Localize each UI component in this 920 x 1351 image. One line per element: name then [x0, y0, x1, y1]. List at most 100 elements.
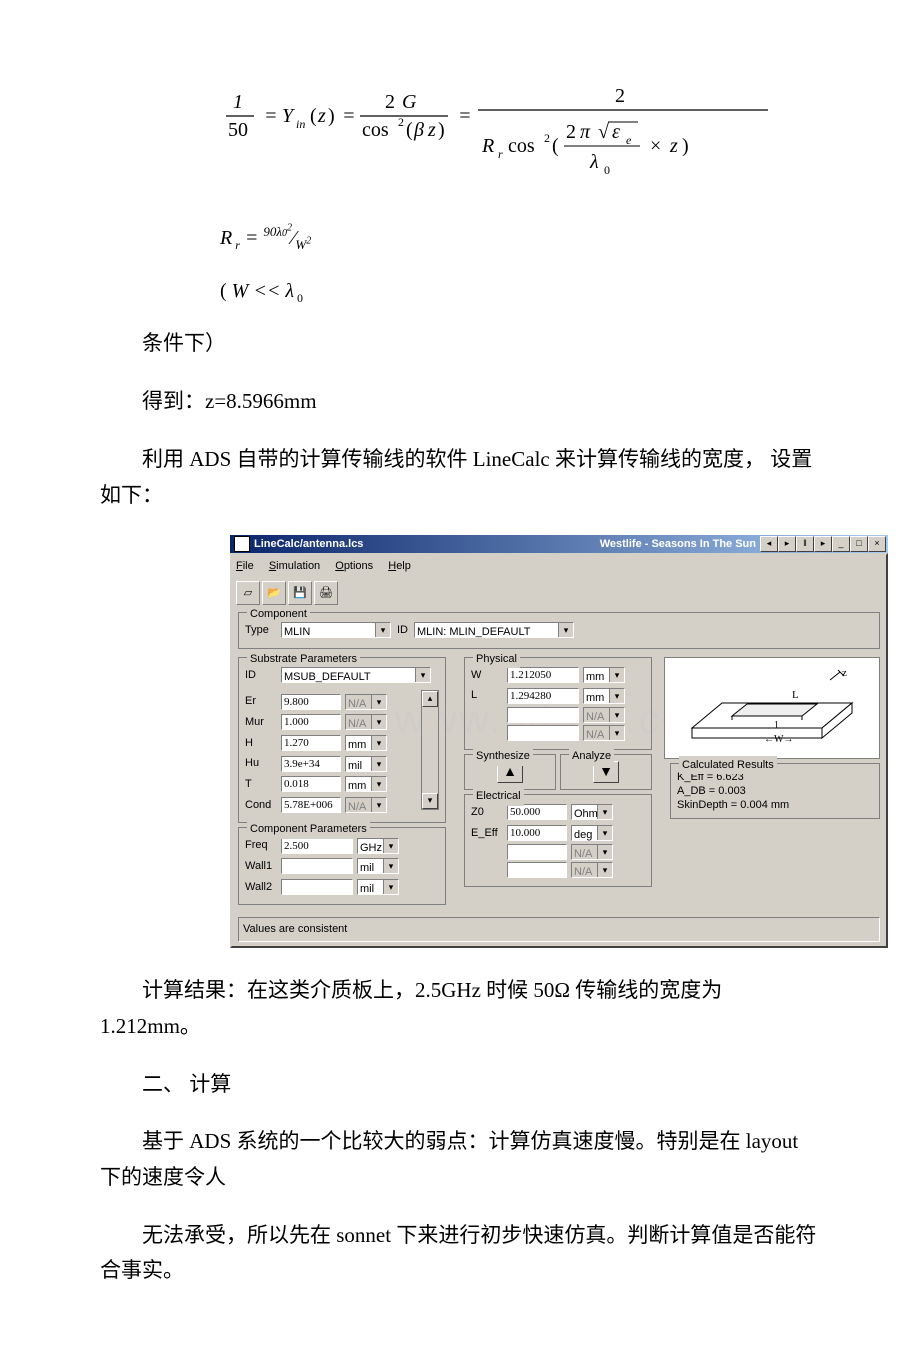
toolbar: ▱ 📂 💾 🖨 — [232, 578, 886, 608]
param-input[interactable] — [507, 725, 579, 741]
type-select[interactable]: MLIN — [281, 622, 391, 638]
param-unit[interactable]: mm — [345, 776, 387, 792]
min-btn[interactable]: _ — [832, 536, 850, 552]
save-icon[interactable]: 💾 — [288, 581, 312, 605]
sub-id-select[interactable]: MSUB_DEFAULT — [281, 667, 431, 683]
param-unit[interactable]: mil — [345, 756, 387, 772]
compparams-group: Component Parameters FreqGHzWall1milWall… — [238, 827, 446, 905]
param-unit[interactable]: mm — [345, 735, 387, 751]
param-input[interactable] — [281, 776, 341, 792]
param-input[interactable] — [281, 694, 341, 710]
param-unit[interactable]: deg — [571, 825, 613, 841]
param-input[interactable] — [507, 825, 567, 841]
menubar: File Simulation Options Help — [232, 555, 886, 578]
cond-cn: 条件下） — [100, 326, 820, 362]
menu-help[interactable]: Help — [388, 560, 411, 572]
param-input[interactable] — [507, 707, 579, 723]
after2: 二、 计算 — [100, 1067, 820, 1103]
analyze-legend: Analyze — [569, 747, 614, 766]
svg-text:cos: cos — [508, 135, 535, 157]
param-unit: N/A — [583, 707, 625, 723]
svg-text:G: G — [402, 91, 417, 113]
svg-text:0: 0 — [604, 163, 610, 177]
analyze-group: Analyze ▼ — [560, 754, 652, 790]
physical-group: Physical WmmLmmN/AN/A — [464, 657, 652, 750]
component-legend: Component — [247, 605, 310, 624]
param-input[interactable] — [281, 756, 341, 772]
menu-opt[interactable]: Options — [335, 560, 373, 572]
param-input[interactable] — [281, 797, 341, 813]
param-name: Cond — [245, 796, 281, 815]
svg-text:ε: ε — [612, 121, 620, 143]
electrical-legend: Electrical — [473, 787, 524, 806]
param-input[interactable] — [507, 688, 579, 704]
svg-text:): ) — [438, 119, 445, 141]
param-input[interactable] — [507, 804, 567, 820]
param-input[interactable] — [281, 858, 353, 874]
svg-text:): ) — [328, 105, 335, 127]
param-input[interactable] — [507, 844, 567, 860]
param-row: FreqGHz — [245, 836, 439, 855]
eq-cond: ( W << λ 0 — [220, 274, 820, 308]
param-input[interactable] — [281, 735, 341, 751]
svg-text:=: = — [264, 105, 278, 127]
open-icon[interactable]: 📂 — [262, 581, 286, 605]
param-row: N/A — [471, 862, 645, 878]
play-btn[interactable]: ▸ — [778, 536, 796, 552]
param-unit: N/A — [345, 714, 387, 730]
param-unit[interactable]: mm — [583, 688, 625, 704]
svg-text:β: β — [413, 119, 424, 141]
param-input[interactable] — [507, 667, 579, 683]
param-unit[interactable]: Ohm — [571, 804, 613, 820]
id-label: ID — [397, 621, 408, 640]
print-icon[interactable]: 🖨 — [314, 581, 338, 605]
svg-text:z: z — [317, 105, 326, 127]
svg-text:1: 1 — [774, 720, 779, 731]
svg-text:r: r — [498, 147, 503, 161]
close-btn[interactable]: × — [868, 536, 886, 552]
svg-text:=: = — [342, 105, 356, 127]
synthesize-group: Synthesize ▲ — [464, 754, 556, 790]
result-line: SkinDepth = 0.004 mm — [677, 798, 873, 812]
svg-text:2: 2 — [566, 121, 576, 143]
param-unit[interactable]: mil — [357, 858, 399, 874]
id-select[interactable]: MLIN: MLIN_DEFAULT — [414, 622, 574, 638]
menu-file[interactable]: File — [236, 560, 254, 572]
param-input[interactable] — [281, 714, 341, 730]
max-btn[interactable]: □ — [850, 536, 868, 552]
pause-btn[interactable]: ‖ — [796, 536, 814, 552]
next-btn[interactable]: ▸ — [814, 536, 832, 552]
menu-sim[interactable]: Simulation — [269, 560, 320, 572]
status-bar: Values are consistent — [238, 917, 880, 942]
svg-text:2: 2 — [398, 115, 404, 129]
param-unit[interactable]: mm — [583, 667, 625, 683]
svg-text:←W→: ←W→ — [764, 734, 793, 745]
song-title: Westlife - Seasons In The Sun — [600, 535, 756, 554]
new-icon[interactable]: ▱ — [236, 581, 260, 605]
after4: 无法承受，所以先在 sonnet 下来进行初步快速仿真。判断计算值是否能符合事实… — [100, 1218, 820, 1289]
param-row: Tmm — [245, 775, 421, 794]
result-z: 得到：z=8.5966mm — [100, 384, 820, 420]
prev-btn[interactable]: ◂ — [760, 536, 778, 552]
svg-text:in: in — [296, 117, 305, 131]
param-row: ErN/A — [245, 692, 421, 711]
synth-legend: Synthesize — [473, 747, 533, 766]
param-unit[interactable]: GHz — [357, 838, 399, 854]
svg-text:2: 2 — [615, 85, 625, 107]
param-name: Wall1 — [245, 857, 281, 876]
microstrip-diagram: z L 1 ←W→ — [664, 657, 880, 759]
param-input[interactable] — [507, 862, 567, 878]
param-unit: N/A — [571, 862, 613, 878]
svg-text:(: ( — [406, 119, 413, 141]
param-unit: N/A — [571, 844, 613, 860]
param-unit[interactable]: mil — [357, 879, 399, 895]
param-input[interactable] — [281, 838, 353, 854]
svg-text:(: ( — [552, 135, 559, 157]
svg-text:π: π — [580, 121, 591, 143]
svg-text:2: 2 — [544, 131, 550, 145]
param-input[interactable] — [281, 879, 353, 895]
param-row: Humil — [245, 754, 421, 773]
svg-text:cos: cos — [362, 119, 389, 141]
substrate-scrollbar[interactable]: ▴▾ — [421, 690, 439, 810]
svg-text:(: ( — [310, 105, 317, 127]
